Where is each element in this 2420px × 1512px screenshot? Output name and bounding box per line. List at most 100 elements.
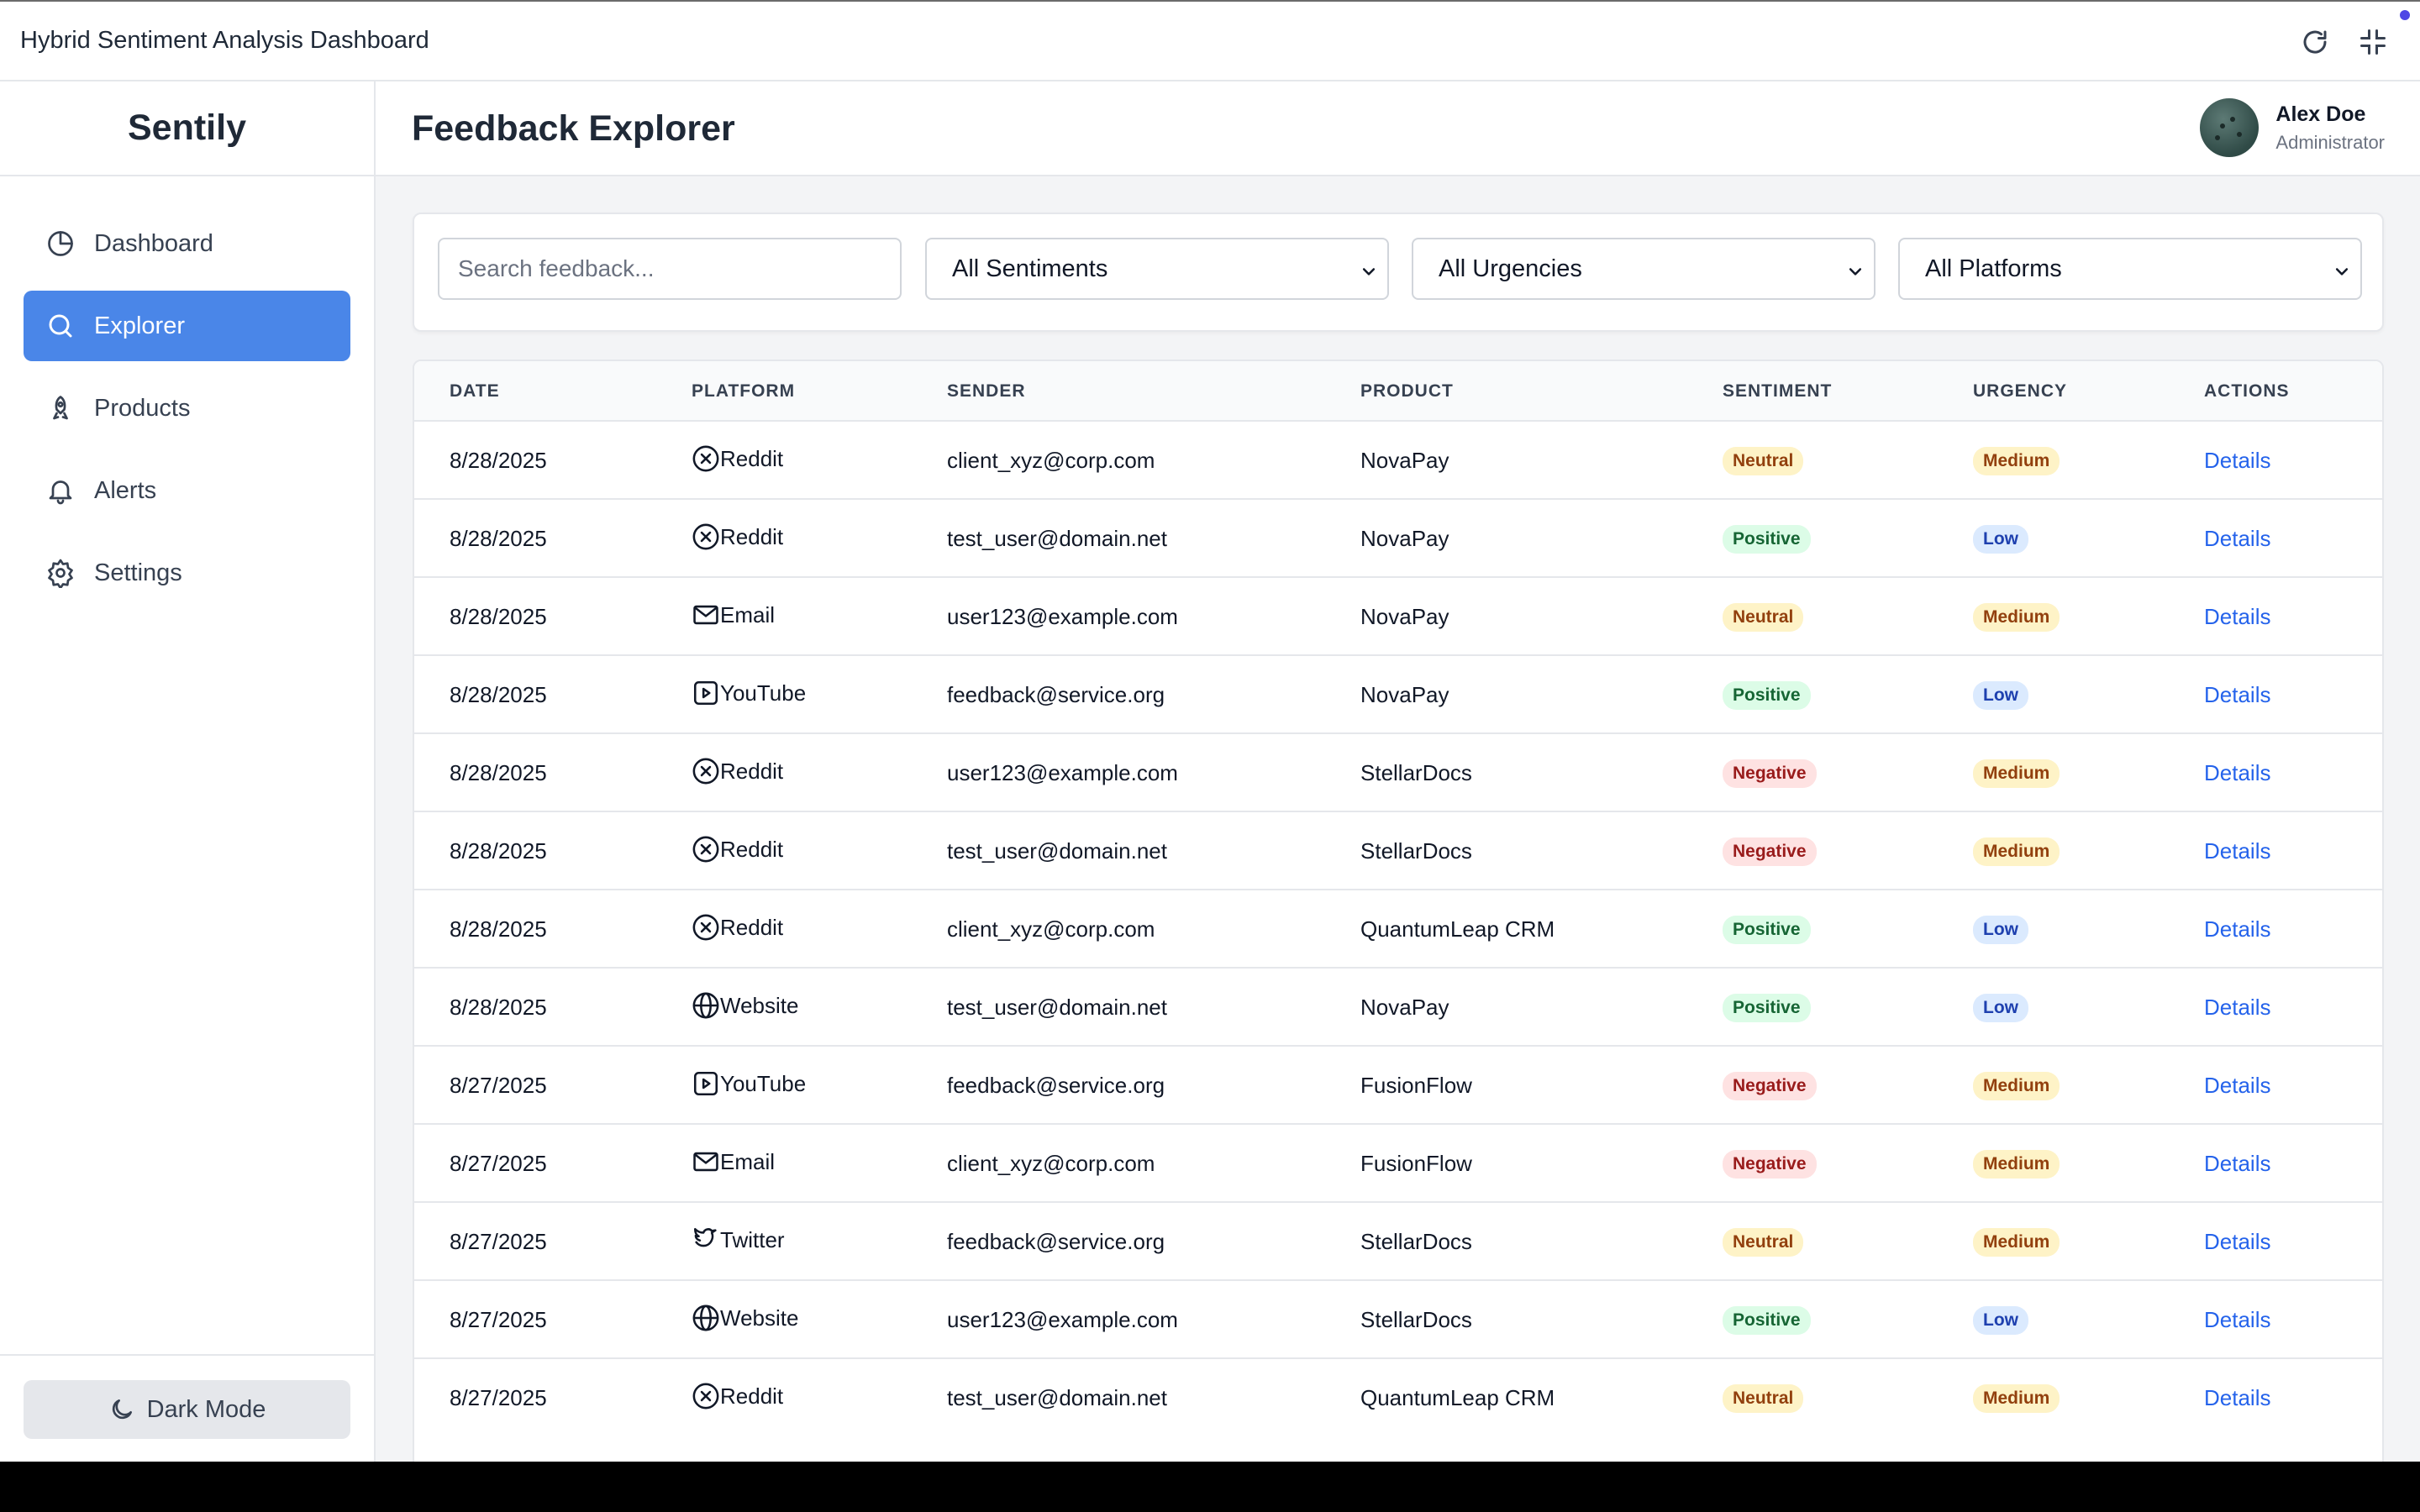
sentiment-select[interactable]: All Sentiments bbox=[925, 238, 1389, 300]
sender-cell: client_xyz@corp.com bbox=[947, 916, 1155, 942]
sidebar-item-explorer[interactable]: Explorer bbox=[24, 291, 350, 361]
sidebar-item-alerts[interactable]: Alerts bbox=[24, 455, 350, 526]
sentiment-badge: Neutral bbox=[1723, 1384, 1804, 1413]
sentiment-badge: Neutral bbox=[1723, 1228, 1804, 1257]
product-cell: NovaPay bbox=[1360, 604, 1449, 629]
table-row: 8/28/2025 YouTube feedback@service.org Nova… bbox=[414, 654, 2382, 732]
app-window: Hybrid Sentiment Analysis Dashboard Sent… bbox=[0, 0, 2420, 1462]
twitter-icon bbox=[692, 1226, 720, 1254]
details-link[interactable]: Details bbox=[2204, 916, 2270, 942]
avatar bbox=[2200, 98, 2260, 157]
urgency-badge: Medium bbox=[1973, 447, 2060, 475]
column-header-product[interactable]: PRODUCT bbox=[1360, 381, 1454, 402]
dark-mode-label: Dark Mode bbox=[146, 1395, 266, 1423]
details-link[interactable]: Details bbox=[2204, 604, 2270, 630]
reddit-icon bbox=[692, 1382, 720, 1410]
sentiment-badge: Positive bbox=[1723, 994, 1811, 1022]
product-cell: StellarDocs bbox=[1360, 1229, 1472, 1254]
urgency-badge: Medium bbox=[1973, 759, 2060, 788]
product-cell: NovaPay bbox=[1360, 448, 1449, 473]
reddit-icon bbox=[692, 444, 720, 473]
table-row: 8/27/2025 Twitter feedback@service.org Stel… bbox=[414, 1201, 2382, 1279]
details-link[interactable]: Details bbox=[2204, 1229, 2270, 1255]
bottom-strip bbox=[0, 1462, 2420, 1512]
platform-cell: Reddit bbox=[692, 444, 783, 473]
urgency-select[interactable]: All Urgencies bbox=[1412, 238, 1876, 300]
exit-fullscreen-icon[interactable] bbox=[2358, 27, 2388, 57]
details-link[interactable]: Details bbox=[2204, 448, 2270, 474]
platform-cell: Website bbox=[692, 991, 798, 1020]
details-link[interactable]: Details bbox=[2204, 1385, 2270, 1411]
column-header-date[interactable]: DATE bbox=[450, 381, 500, 402]
sidebar-item-dashboard[interactable]: Dashboard bbox=[24, 208, 350, 279]
sentiment-badge: Positive bbox=[1723, 1306, 1811, 1335]
feedback-table: DATE PLATFORM SENDER PRODUCT SENTIMENT U… bbox=[413, 360, 2384, 1462]
email-icon bbox=[692, 601, 720, 629]
urgency-badge: Low bbox=[1973, 916, 2028, 944]
sentiment-badge: Positive bbox=[1723, 681, 1811, 710]
details-link[interactable]: Details bbox=[2204, 1307, 2270, 1333]
gear-icon bbox=[48, 559, 73, 588]
product-cell: FusionFlow bbox=[1360, 1073, 1472, 1098]
brand-logo: Sentily bbox=[0, 81, 374, 176]
sender-cell: test_user@domain.net bbox=[947, 995, 1167, 1020]
search-input[interactable] bbox=[438, 238, 902, 300]
sidebar-nav: Dashboard Explorer Products Alerts Setti… bbox=[0, 176, 374, 608]
platform-label: Reddit bbox=[720, 445, 784, 471]
details-link[interactable]: Details bbox=[2204, 995, 2270, 1021]
platform-select[interactable]: All Platforms bbox=[1898, 238, 2362, 300]
date-cell: 8/28/2025 bbox=[450, 682, 547, 707]
sidebar-item-products[interactable]: Products bbox=[24, 373, 350, 444]
refresh-icon[interactable] bbox=[2300, 27, 2330, 57]
table-row: 8/27/2025 Website user123@example.com Stell… bbox=[414, 1279, 2382, 1357]
column-header-sentiment[interactable]: SENTIMENT bbox=[1723, 381, 1832, 402]
details-link[interactable]: Details bbox=[2204, 838, 2270, 864]
platform-label: Reddit bbox=[720, 758, 784, 784]
platform-label: YouTube bbox=[720, 1070, 807, 1096]
platform-label: Reddit bbox=[720, 914, 784, 940]
platform-cell: Reddit bbox=[692, 835, 783, 864]
platform-cell: Email bbox=[692, 1147, 775, 1176]
details-link[interactable]: Details bbox=[2204, 1073, 2270, 1099]
sidebar-item-settings[interactable]: Settings bbox=[24, 538, 350, 608]
table-header: DATE PLATFORM SENDER PRODUCT SENTIMENT U… bbox=[414, 361, 2382, 420]
sentiment-badge: Positive bbox=[1723, 916, 1811, 944]
search-icon bbox=[49, 314, 72, 338]
platform-cell: Email bbox=[692, 601, 775, 629]
urgency-badge: Medium bbox=[1973, 1228, 2060, 1257]
sidebar-item-label: Products bbox=[94, 394, 191, 422]
date-cell: 8/28/2025 bbox=[450, 448, 547, 473]
sender-cell: feedback@service.org bbox=[947, 682, 1165, 707]
window-title: Hybrid Sentiment Analysis Dashboard bbox=[20, 27, 429, 54]
sentiment-badge: Neutral bbox=[1723, 603, 1804, 632]
details-link[interactable]: Details bbox=[2204, 1151, 2270, 1177]
sender-cell: feedback@service.org bbox=[947, 1073, 1165, 1098]
details-link[interactable]: Details bbox=[2204, 760, 2270, 786]
column-header-sender[interactable]: SENDER bbox=[947, 381, 1026, 402]
platform-cell: YouTube bbox=[692, 679, 806, 707]
product-cell: QuantumLeap CRM bbox=[1360, 1385, 1555, 1410]
date-cell: 8/28/2025 bbox=[450, 604, 547, 629]
moon-icon bbox=[112, 1399, 132, 1420]
platform-label: Reddit bbox=[720, 836, 784, 862]
date-cell: 8/27/2025 bbox=[450, 1151, 547, 1176]
details-link[interactable]: Details bbox=[2204, 682, 2270, 708]
sender-cell: user123@example.com bbox=[947, 1307, 1178, 1332]
column-header-platform[interactable]: PLATFORM bbox=[692, 381, 795, 402]
table-row: 8/28/2025 Website test_user@domain.net Nova… bbox=[414, 967, 2382, 1045]
sender-cell: test_user@domain.net bbox=[947, 838, 1167, 864]
email-icon bbox=[692, 1147, 720, 1176]
sender-cell: user123@example.com bbox=[947, 604, 1178, 629]
date-cell: 8/27/2025 bbox=[450, 1307, 547, 1332]
sentiment-badge: Neutral bbox=[1723, 447, 1804, 475]
urgency-badge: Medium bbox=[1973, 837, 2060, 866]
table-row: 8/27/2025 Email client_xyz@corp.com FusionF… bbox=[414, 1123, 2382, 1201]
column-header-urgency[interactable]: URGENCY bbox=[1973, 381, 2067, 402]
details-link[interactable]: Details bbox=[2204, 526, 2270, 552]
date-cell: 8/28/2025 bbox=[450, 760, 547, 785]
user-profile[interactable]: Alex Doe Administrator bbox=[2200, 98, 2385, 157]
user-name: Alex Doe bbox=[2275, 102, 2366, 126]
dark-mode-button[interactable]: Dark Mode bbox=[24, 1380, 350, 1439]
urgency-badge: Low bbox=[1973, 525, 2028, 554]
platform-label: Twitter bbox=[720, 1226, 785, 1252]
